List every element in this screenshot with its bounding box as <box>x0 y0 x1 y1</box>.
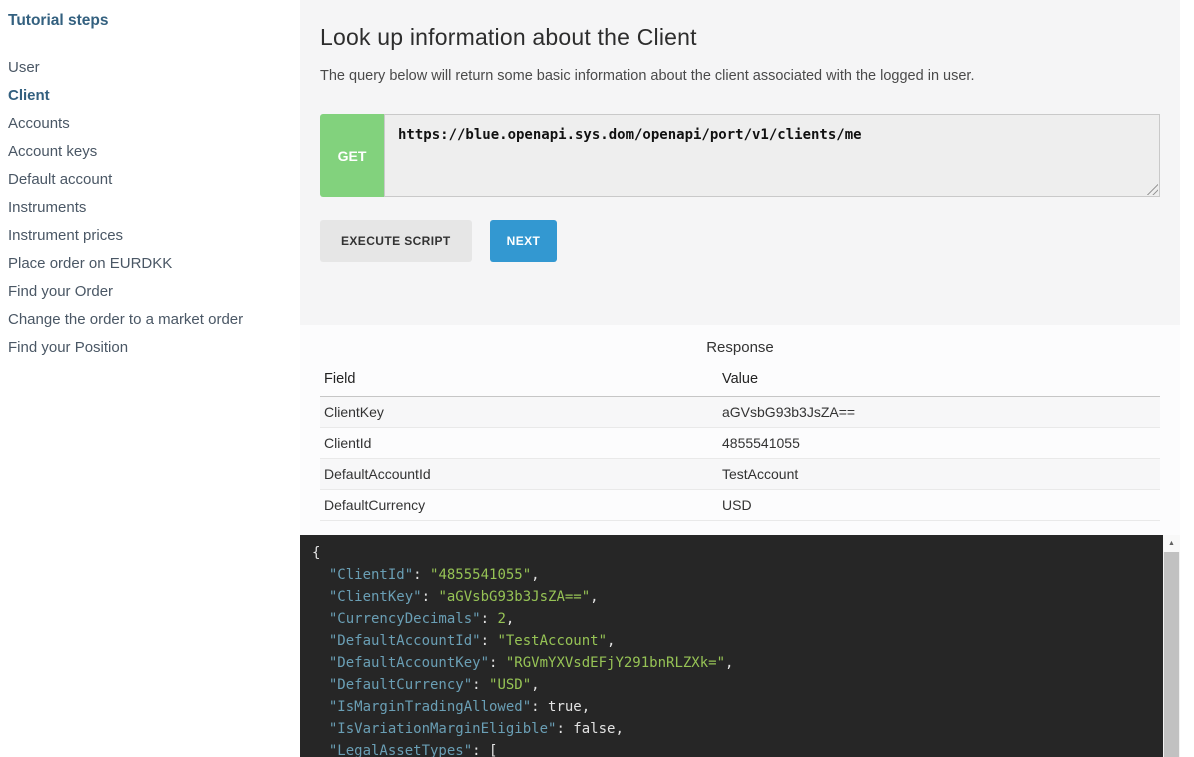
field-cell: DefaultCurrency <box>320 490 718 521</box>
request-url-wrap: https://blue.openapi.sys.dom/openapi/por… <box>384 114 1160 197</box>
table-row: ClientId4855541055 <box>320 428 1160 459</box>
sidebar: Tutorial steps User Client Accounts Account… <box>0 0 300 757</box>
field-cell: ClientKey <box>320 397 718 428</box>
sidebar-item-place-order-on-eurdkk[interactable]: Place order on EURDKK <box>8 256 290 272</box>
next-button[interactable]: NEXT <box>490 220 558 262</box>
response-json-viewer[interactable]: { "ClientId": "4855541055", "ClientKey":… <box>300 535 1180 757</box>
http-method-badge: GET <box>320 114 384 197</box>
request-url-input[interactable]: https://blue.openapi.sys.dom/openapi/por… <box>384 114 1160 197</box>
execute-script-button[interactable]: EXECUTE SCRIPT <box>320 220 472 262</box>
value-cell: TestAccount <box>718 459 1160 490</box>
field-cell: DefaultAccountId <box>320 459 718 490</box>
response-section: Response Field Value ClientKeyaGVsbG93b3… <box>300 325 1180 535</box>
scrollbar-thumb[interactable] <box>1164 552 1179 757</box>
response-table-title: Response <box>320 339 1160 356</box>
code-line: { <box>312 542 1156 564</box>
code-line: "CurrencyDecimals": 2, <box>312 608 1156 630</box>
code-line: "DefaultCurrency": "USD", <box>312 674 1156 696</box>
action-buttons: EXECUTE SCRIPT NEXT <box>320 220 1160 262</box>
response-table-header: Field Value <box>320 365 1160 397</box>
column-header-value: Value <box>718 365 1160 397</box>
code-line: "DefaultAccountId": "TestAccount", <box>312 630 1156 652</box>
page-title: Look up information about the Client <box>320 24 1160 51</box>
page-description: The query below will return some basic i… <box>320 68 1160 84</box>
sidebar-item-user[interactable]: User <box>8 60 290 76</box>
sidebar-title: Tutorial steps <box>8 12 290 30</box>
request-editor: GET https://blue.openapi.sys.dom/openapi… <box>320 114 1160 197</box>
sidebar-item-client[interactable]: Client <box>8 88 290 104</box>
code-line: "LegalAssetTypes": [ <box>312 740 1156 757</box>
table-row: DefaultAccountIdTestAccount <box>320 459 1160 490</box>
value-cell: aGVsbG93b3JsZA== <box>718 397 1160 428</box>
sidebar-item-accounts[interactable]: Accounts <box>8 116 290 132</box>
sidebar-item-instruments[interactable]: Instruments <box>8 200 290 216</box>
sidebar-item-default-account[interactable]: Default account <box>8 172 290 188</box>
sidebar-item-instrument-prices[interactable]: Instrument prices <box>8 228 290 244</box>
tutorial-steps-nav: User Client Accounts Account keys Default ac… <box>8 60 290 356</box>
value-cell: USD <box>718 490 1160 521</box>
sidebar-item-find-your-position[interactable]: Find your Position <box>8 340 290 356</box>
code-line: "IsMarginTradingAllowed": true, <box>312 696 1156 718</box>
code-line: "DefaultAccountKey": "RGVmYXVsdEFjY291bn… <box>312 652 1156 674</box>
tutorial-step-panel: Look up information about the Client The… <box>300 0 1180 325</box>
sidebar-item-change-the-order-to-a-market-order[interactable]: Change the order to a market order <box>8 312 290 328</box>
column-header-field: Field <box>320 365 718 397</box>
response-table: Field Value ClientKeyaGVsbG93b3JsZA==Cli… <box>320 365 1160 521</box>
code-line: "IsVariationMarginEligible": false, <box>312 718 1156 740</box>
response-table-body: ClientKeyaGVsbG93b3JsZA==ClientId4855541… <box>320 397 1160 521</box>
code-line: "ClientKey": "aGVsbG93b3JsZA==", <box>312 586 1156 608</box>
value-cell: 4855541055 <box>718 428 1160 459</box>
table-row: ClientKeyaGVsbG93b3JsZA== <box>320 397 1160 428</box>
table-row: DefaultCurrencyUSD <box>320 490 1160 521</box>
code-line: "ClientId": "4855541055", <box>312 564 1156 586</box>
scrollbar: ▲ <box>1163 535 1180 757</box>
field-cell: ClientId <box>320 428 718 459</box>
sidebar-item-account-keys[interactable]: Account keys <box>8 144 290 160</box>
sidebar-item-find-your-order[interactable]: Find your Order <box>8 284 290 300</box>
json-code: { "ClientId": "4855541055", "ClientKey":… <box>300 535 1180 757</box>
scrollbar-up-icon[interactable]: ▲ <box>1163 535 1180 552</box>
main-content: Look up information about the Client The… <box>300 0 1180 757</box>
